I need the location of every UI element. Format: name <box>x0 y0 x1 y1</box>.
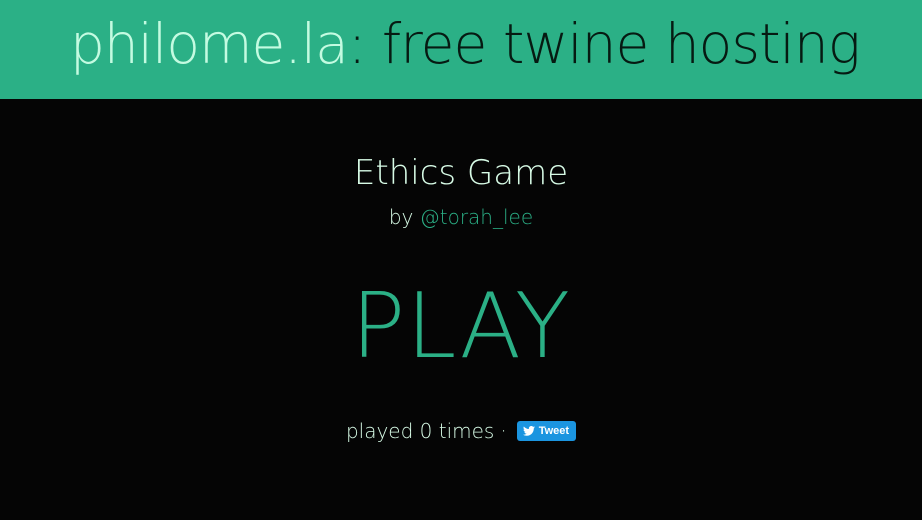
game-byline: by @torah_lee <box>0 205 922 229</box>
game-title: Ethics Game <box>353 153 569 193</box>
play-count: played 0 times <box>345 419 495 443</box>
site-header: philome.la: free twine hosting <box>0 0 922 99</box>
site-tagline: : free twine hosting <box>347 12 861 76</box>
site-home-link[interactable]: philome.la <box>70 12 349 76</box>
by-label: by <box>388 205 414 229</box>
site-brand: philome.la: free twine hosting <box>70 12 861 76</box>
game-stats: played 0 times · Tweet <box>0 419 922 443</box>
tweet-button[interactable]: Tweet <box>516 421 577 441</box>
stats-separator: · <box>500 419 507 443</box>
twitter-bird-icon <box>522 426 535 436</box>
author-link[interactable]: @torah_lee <box>420 205 533 229</box>
game-panel: Ethics Game by @torah_lee PLAY played 0 … <box>0 99 922 520</box>
play-button[interactable]: PLAY <box>0 277 922 376</box>
tweet-label: Tweet <box>538 425 570 437</box>
